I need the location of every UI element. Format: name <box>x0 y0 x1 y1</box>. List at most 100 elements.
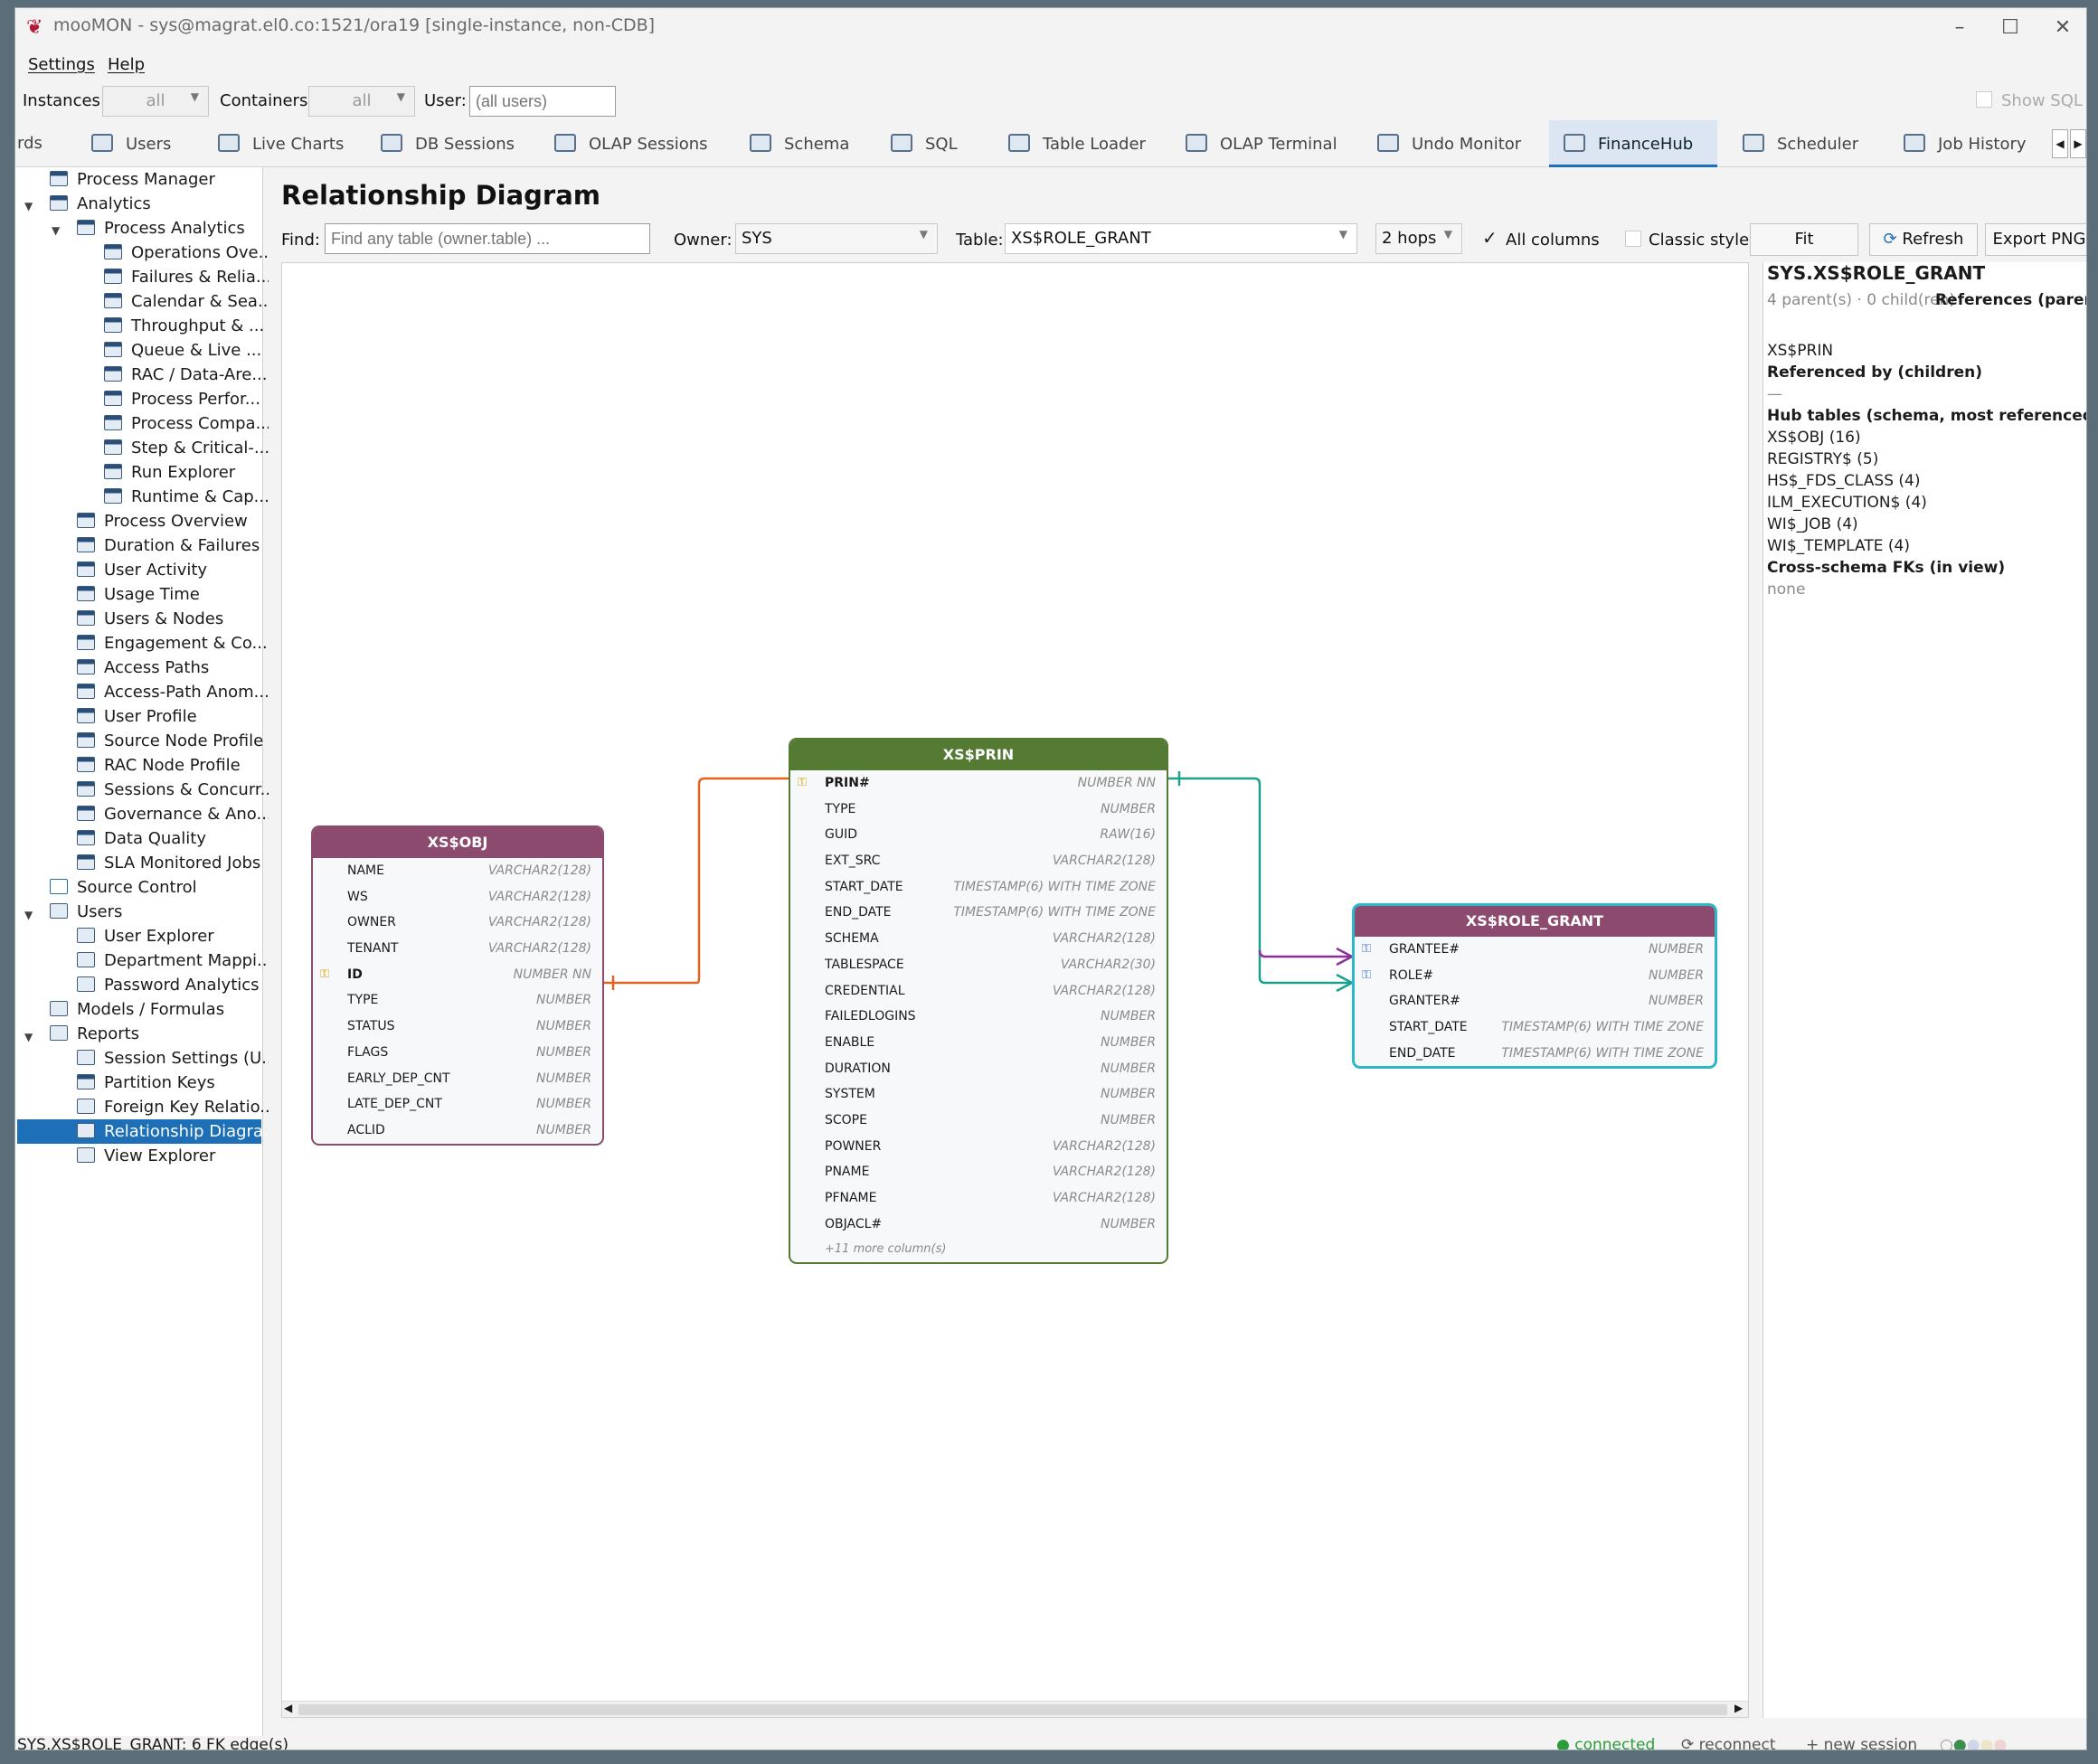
table-combo[interactable]: XS$ROLE_GRANT ▼ <box>1005 223 1357 254</box>
er-table-xs-obj[interactable]: XS$OBJ NAME VARCHAR2(128) WS VARCHAR2(128) O… <box>311 825 604 1146</box>
parent-table[interactable]: XS$PRIN <box>1767 342 1833 360</box>
column-row[interactable]: PNAME VARCHAR2(128) <box>790 1159 1167 1185</box>
tab-job-history[interactable]: Job History <box>1904 120 2027 167</box>
tab-olap-terminal[interactable]: OLAP Terminal <box>1186 120 1337 167</box>
tree-item-user-explorer[interactable]: User Explorer <box>77 924 214 948</box>
tab-schema[interactable]: Schema <box>750 120 849 167</box>
tab-sql[interactable]: SQL <box>891 120 958 167</box>
export-png-button[interactable]: Export PNG <box>1985 223 2086 256</box>
tree-item-process-comparison[interactable]: Process Compa... <box>104 411 271 436</box>
refresh-button[interactable]: ⟳ Refresh <box>1869 223 1978 256</box>
tree-item-foreign-key-relations[interactable]: Foreign Key Relatio... <box>77 1095 275 1119</box>
column-row[interactable]: POWNER VARCHAR2(128) <box>790 1134 1167 1160</box>
minimize-icon[interactable]: – <box>1933 12 1987 44</box>
tree-item-sla-monitored-jobs[interactable]: SLA Monitored Jobs <box>77 851 260 875</box>
tree-item-partition-keys[interactable]: Partition Keys <box>77 1071 215 1095</box>
collapse-arrow-icon[interactable]: ▼ <box>24 1031 33 1043</box>
column-row[interactable]: EARLY_DEP_CNT NUMBER <box>313 1066 602 1092</box>
reconnect-link[interactable]: ⟳ reconnect <box>1681 1736 1776 1750</box>
tree-item-rac-node-profile[interactable]: RAC Node Profile <box>77 753 241 778</box>
tree-item-usage-time[interactable]: Usage Time <box>77 582 200 607</box>
tree-item-queue-live[interactable]: Queue & Live ... <box>104 338 261 363</box>
column-row[interactable]: OBJACL# NUMBER <box>790 1212 1167 1238</box>
tree-item-user-profile[interactable]: User Profile <box>77 704 197 729</box>
tree-item-sessions-concurrency[interactable]: Sessions & Concurr... <box>77 778 276 802</box>
tree-item-step-critical[interactable]: Step & Critical-... <box>104 436 269 460</box>
tab-scroll-right-button[interactable]: ▶ <box>2070 129 2086 158</box>
hub-table-item[interactable]: REGISTRY$ (5) <box>1767 450 1878 468</box>
column-row[interactable]: SCHEMA VARCHAR2(128) <box>790 926 1167 952</box>
fit-button[interactable]: Fit <box>1750 223 1858 256</box>
containers-combo[interactable]: all ▼ <box>308 86 415 117</box>
tree-item-user-activity[interactable]: User Activity <box>77 558 207 582</box>
column-row[interactable]: WS VARCHAR2(128) <box>313 884 602 910</box>
scroll-left-icon[interactable]: ◀ <box>284 1702 292 1714</box>
tree-item-department-mapping[interactable]: Department Mappi... <box>77 948 272 973</box>
tree-item-users-nodes[interactable]: Users & Nodes <box>77 607 223 631</box>
column-row[interactable]: TENANT VARCHAR2(128) <box>313 936 602 962</box>
all-columns-checkbox[interactable]: ✓ <box>1482 227 1498 249</box>
collapse-arrow-icon[interactable]: ▼ <box>24 909 33 921</box>
tree-item-operations-overview[interactable]: Operations Ove... <box>104 241 274 265</box>
column-row[interactable]: DURATION NUMBER <box>790 1056 1167 1082</box>
column-row[interactable]: LATE_DEP_CNT NUMBER <box>313 1091 602 1118</box>
er-table-xs-prin[interactable]: XS$PRIN ⚿ PRIN# NUMBER NN TYPE NUMBER GUID RAW… <box>789 738 1168 1265</box>
tree-item-models-formulas[interactable]: Models / Formulas <box>50 997 224 1022</box>
column-row[interactable]: TYPE NUMBER <box>790 797 1167 823</box>
column-row[interactable]: START_DATE TIMESTAMP(6) WITH TIME ZONE <box>790 874 1167 901</box>
tree-item-failures-reliability[interactable]: Failures & Relia... <box>104 265 271 289</box>
column-row[interactable]: GUID RAW(16) <box>790 822 1167 848</box>
column-row[interactable]: END_DATE TIMESTAMP(6) WITH TIME ZONE <box>1355 1041 1715 1067</box>
tab-db-sessions[interactable]: DB Sessions <box>381 120 515 167</box>
tab-scheduler[interactable]: Scheduler <box>1743 120 1858 167</box>
menu-help[interactable]: Help <box>108 55 145 74</box>
hub-table-item[interactable]: ILM_EXECUTION$ (4) <box>1767 494 1927 512</box>
tab-table-loader[interactable]: Table Loader <box>1008 120 1146 167</box>
column-row[interactable]: CREDENTIAL VARCHAR2(128) <box>790 978 1167 1005</box>
user-filter-input[interactable] <box>469 86 616 117</box>
er-table-xs-role-grant[interactable]: XS$ROLE_GRANT ⚿ GRANTEE# NUMBER ⚿ ROLE# NUMBE… <box>1352 903 1717 1070</box>
close-icon[interactable]: ✕ <box>2036 12 2086 44</box>
scroll-right-icon[interactable]: ▶ <box>1734 1702 1743 1714</box>
maximize-icon[interactable]: ☐ <box>1983 12 2037 44</box>
tree-item-process-performance[interactable]: Process Perfor... <box>104 387 260 411</box>
show-sql-checkbox[interactable] <box>1976 91 1992 108</box>
column-row[interactable]: FLAGS NUMBER <box>313 1040 602 1066</box>
find-table-input[interactable] <box>325 223 650 254</box>
menu-settings[interactable]: Settings <box>28 55 95 74</box>
owner-combo[interactable]: SYS ▼ <box>735 223 938 254</box>
tree-item-runtime-capacity[interactable]: Runtime & Cap... <box>104 485 269 509</box>
tab-scroll-left-button[interactable]: ◀ <box>2052 129 2068 158</box>
column-row[interactable]: ⚿ PRIN# NUMBER NN <box>790 770 1167 797</box>
hub-table-item[interactable]: HS$_FDS_CLASS (4) <box>1767 472 1920 490</box>
tree-item-access-paths[interactable]: Access Paths <box>77 656 209 680</box>
tab-users[interactable]: Users <box>91 120 171 167</box>
column-row[interactable]: START_DATE TIMESTAMP(6) WITH TIME ZONE <box>1355 1014 1715 1041</box>
tree-item-access-path-anomalies[interactable]: Access-Path Anom... <box>77 680 269 704</box>
column-row[interactable]: NAME VARCHAR2(128) <box>313 858 602 884</box>
column-row[interactable]: END_DATE TIMESTAMP(6) WITH TIME ZONE <box>790 900 1167 926</box>
column-row[interactable]: FAILEDLOGINS NUMBER <box>790 1004 1167 1030</box>
tree-item-data-quality[interactable]: Data Quality <box>77 826 206 851</box>
tree-item-password-analytics[interactable]: Password Analytics <box>77 973 260 997</box>
tab-records[interactable]: rds <box>17 120 43 167</box>
column-row[interactable]: SCOPE NUMBER <box>790 1108 1167 1134</box>
tree-item-calendar-seasonality[interactable]: Calendar & Sea... <box>104 289 273 314</box>
tab-live-charts[interactable]: Live Charts <box>218 120 344 167</box>
new-session-link[interactable]: + new session <box>1806 1736 1917 1750</box>
tree-item-run-explorer[interactable]: Run Explorer <box>104 460 235 485</box>
tree-item-duration-failures[interactable]: Duration & Failures <box>77 533 260 558</box>
tab-olap-sessions[interactable]: OLAP Sessions <box>554 120 708 167</box>
tab-undo-monitor[interactable]: Undo Monitor <box>1377 120 1521 167</box>
column-row[interactable]: STATUS NUMBER <box>313 1014 602 1040</box>
tree-item-engagement[interactable]: Engagement & Co... <box>77 631 268 656</box>
hub-table-item[interactable]: WI$_JOB (4) <box>1767 515 1858 533</box>
scrollbar-thumb[interactable] <box>298 1704 1727 1715</box>
column-row[interactable]: TYPE NUMBER <box>313 987 602 1014</box>
horizontal-scrollbar[interactable]: ◀ ▶ <box>282 1701 1748 1717</box>
column-row[interactable]: ⚿ ROLE# NUMBER <box>1355 963 1715 989</box>
hub-table-item[interactable]: WI$_TEMPLATE (4) <box>1767 537 1910 555</box>
tree-item-process-overview[interactable]: Process Overview <box>77 509 248 533</box>
tree-item-process-analytics[interactable]: Process Analytics <box>77 216 245 241</box>
tree-item-throughput[interactable]: Throughput & ... <box>104 314 264 338</box>
